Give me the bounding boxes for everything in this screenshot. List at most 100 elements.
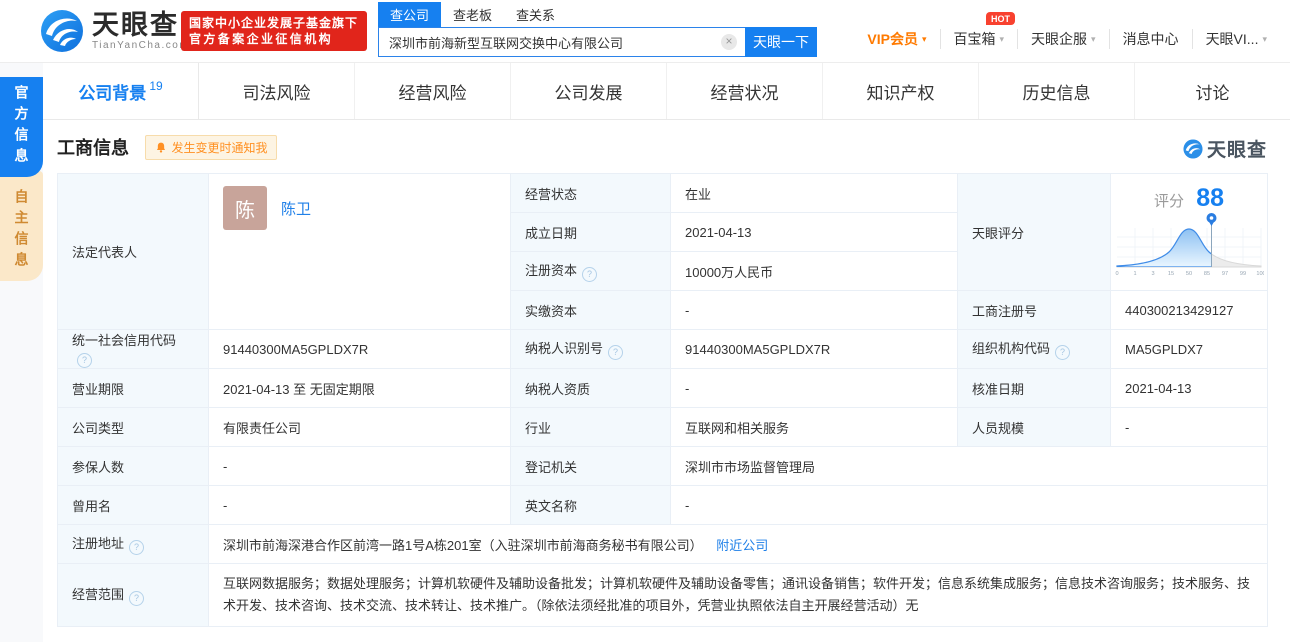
legal-rep-name-link[interactable]: 陈卫: [281, 198, 311, 219]
search-tabs: 查公司 查老板 查关系: [378, 2, 817, 27]
nav-message-center[interactable]: 消息中心: [1108, 29, 1192, 49]
tab-company-development[interactable]: 公司发展: [511, 63, 667, 119]
nav-tianyan-vip[interactable]: 天眼VI... ▾: [1191, 29, 1280, 49]
nearby-companies-link[interactable]: 附近公司: [716, 538, 768, 553]
table-row: 公司类型 有限责任公司 行业 互联网和相关服务 人员规模 -: [57, 407, 1268, 447]
search-input[interactable]: [378, 27, 745, 57]
table-row: 统一社会信用代码? 91440300MA5GPLDX7R 纳税人识别号? 914…: [57, 329, 1268, 369]
value-credit-code: 91440300MA5GPLDX7R: [208, 329, 511, 369]
tab-label: 历史信息: [1022, 83, 1091, 103]
label-staff-size: 人员规模: [957, 407, 1111, 447]
table-row: 参保人数 - 登记机关 深圳市市场监督管理局: [57, 446, 1268, 486]
bell-icon: [157, 142, 166, 153]
logo-subtitle: TianYanCha.com: [92, 39, 190, 51]
tianyancha-logo[interactable]: 天眼查 TianYanCha.com: [40, 9, 189, 53]
svg-text:50: 50: [1186, 271, 1192, 277]
label-company-type: 公司类型: [57, 407, 209, 447]
label-paid-in-capital: 实缴资本: [510, 290, 671, 330]
score-caption: 评分: [1154, 193, 1185, 210]
label-business-scope: 经营范围?: [57, 563, 209, 627]
gov-certification-badge: 国家中小企业发展子基金旗下 官方备案企业征信机构: [181, 11, 367, 51]
value-industry: 互联网和相关服务: [670, 407, 958, 447]
table-row: 营业期限 2021-04-13 至 无固定期限 纳税人资质 - 核准日期 202…: [57, 368, 1268, 408]
tab-label: 讨论: [1195, 83, 1230, 103]
score-curve-blue: [1116, 228, 1212, 267]
label-business-term: 营业期限: [57, 368, 209, 408]
label-approval-date: 核准日期: [957, 368, 1111, 408]
tab-operating-risk[interactable]: 经营风险: [355, 63, 511, 119]
side-tab-official-info[interactable]: 官方信息: [0, 77, 43, 177]
label-registered-address: 注册地址?: [57, 524, 209, 564]
table-row: 经营范围? 互联网数据服务；数据处理服务；计算机软硬件及辅助设备批发；计算机软硬…: [57, 563, 1268, 627]
legal-rep-avatar[interactable]: 陈: [223, 186, 267, 230]
label-taxpayer-qualification: 纳税人资质: [510, 368, 671, 408]
tianyan-score-chart-cell[interactable]: 评分 88 0 1 3 15 50 85 97 99 10: [1110, 173, 1268, 291]
label-text: 注册地址: [72, 536, 125, 551]
help-icon[interactable]: ?: [129, 591, 145, 606]
label-business-status: 经营状态: [510, 173, 671, 213]
nav-message-center-label: 消息中心: [1122, 31, 1179, 47]
search-tab-company[interactable]: 查公司: [378, 2, 442, 27]
value-company-type: 有限责任公司: [208, 407, 511, 447]
chevron-down-icon: ▾: [1262, 33, 1267, 44]
search-button[interactable]: 天眼一下: [745, 27, 817, 57]
top-header: 天眼查 TianYanCha.com 国家中小企业发展子基金旗下 官方备案企业征…: [0, 0, 1290, 63]
logo-title: 天眼查: [92, 9, 179, 40]
score-value: 88: [1196, 184, 1224, 212]
business-info-table: 法定代表人 陈 陈卫 经营状态 在业 天眼评分 评分 88 0 1 3 15 5…: [57, 173, 1268, 627]
tab-intellectual-property[interactable]: 知识产权: [823, 63, 979, 119]
label-text: 经营范围: [72, 587, 125, 602]
value-organization-code: MA5GPLDX7: [1110, 329, 1268, 369]
nav-vip-label: VIP会员: [867, 31, 918, 47]
tab-history-info[interactable]: 历史信息: [979, 63, 1135, 119]
help-icon[interactable]: ?: [1055, 345, 1071, 360]
label-credit-code: 统一社会信用代码?: [57, 329, 209, 369]
search-tab-relation[interactable]: 查关系: [504, 2, 567, 27]
tab-label: 经营状况: [710, 83, 779, 103]
label-text: 组织机构代码: [972, 341, 1051, 356]
tab-label: 经营风险: [398, 83, 467, 103]
nav-toolbox[interactable]: HOT 百宝箱 ▾: [939, 12, 1018, 49]
score-distribution-chart: 0 1 3 15 50 85 97 99 100: [1115, 213, 1266, 277]
section-title: 工商信息: [57, 138, 129, 158]
svg-text:15: 15: [1168, 271, 1174, 277]
tab-company-background[interactable]: 公司背景 19: [43, 63, 199, 119]
label-insured-staff: 参保人数: [57, 446, 209, 486]
nav-enterprise-service-label: 天眼企服: [1031, 31, 1088, 47]
notify-on-change-button[interactable]: 发生变更时通知我: [145, 134, 278, 160]
help-icon[interactable]: ?: [129, 540, 145, 555]
value-legal-representative: 陈 陈卫: [208, 173, 511, 330]
clear-search-icon[interactable]: ×: [721, 34, 737, 50]
tab-label: 公司背景: [78, 83, 147, 103]
nav-vip-member[interactable]: VIP会员 ▾: [854, 29, 939, 49]
value-approval-date: 2021-04-13: [1110, 368, 1268, 408]
tab-discussion[interactable]: 讨论: [1135, 63, 1290, 119]
address-text: 深圳市前海深港合作区前湾一路1号A栋201室（入驻深圳市前海商务秘书有限公司）: [223, 537, 703, 553]
help-icon[interactable]: ?: [77, 353, 92, 368]
gov-badge-line1: 国家中小企业发展子基金旗下: [189, 16, 359, 30]
value-taxpayer-qualification: -: [670, 368, 958, 408]
tianyancha-watermark: 天眼查: [1183, 135, 1267, 162]
label-organization-code: 组织机构代码?: [957, 329, 1111, 369]
label-industry: 行业: [510, 407, 671, 447]
value-registration-number: 440300213429127: [1110, 290, 1268, 330]
tab-judicial-risk[interactable]: 司法风险: [199, 63, 355, 119]
nav-enterprise-service[interactable]: 天眼企服 ▾: [1017, 29, 1109, 49]
nav-tianyan-vip-label: 天眼VI...: [1205, 31, 1259, 47]
help-icon[interactable]: ?: [582, 267, 598, 282]
label-legal-representative: 法定代表人: [57, 173, 209, 330]
chevron-down-icon: ▾: [999, 33, 1005, 44]
search-tab-boss[interactable]: 查老板: [441, 2, 504, 27]
table-row: 注册地址? 深圳市前海深港合作区前湾一路1号A栋201室（入驻深圳市前海商务秘书…: [57, 524, 1268, 564]
side-tab-self-info[interactable]: 自主信息: [0, 171, 43, 281]
help-icon[interactable]: ?: [608, 345, 624, 360]
value-registered-address: 深圳市前海深港合作区前湾一路1号A栋201室（入驻深圳市前海商务秘书有限公司） …: [208, 524, 1268, 564]
value-business-scope: 互联网数据服务；数据处理服务；计算机软硬件及辅助设备批发；计算机软硬件及辅助设备…: [208, 563, 1268, 627]
score-header: 评分 88: [1113, 184, 1265, 213]
svg-text:85: 85: [1204, 271, 1210, 277]
tab-operating-status[interactable]: 经营状况: [667, 63, 823, 119]
value-english-name: -: [670, 485, 1268, 525]
table-row: 法定代表人 陈 陈卫 经营状态 在业 天眼评分 评分 88 0 1 3 15 5…: [57, 173, 1268, 330]
table-row: 曾用名 - 英文名称 -: [57, 485, 1268, 525]
search-module: 查公司 查老板 查关系 × 天眼一下: [378, 2, 817, 57]
